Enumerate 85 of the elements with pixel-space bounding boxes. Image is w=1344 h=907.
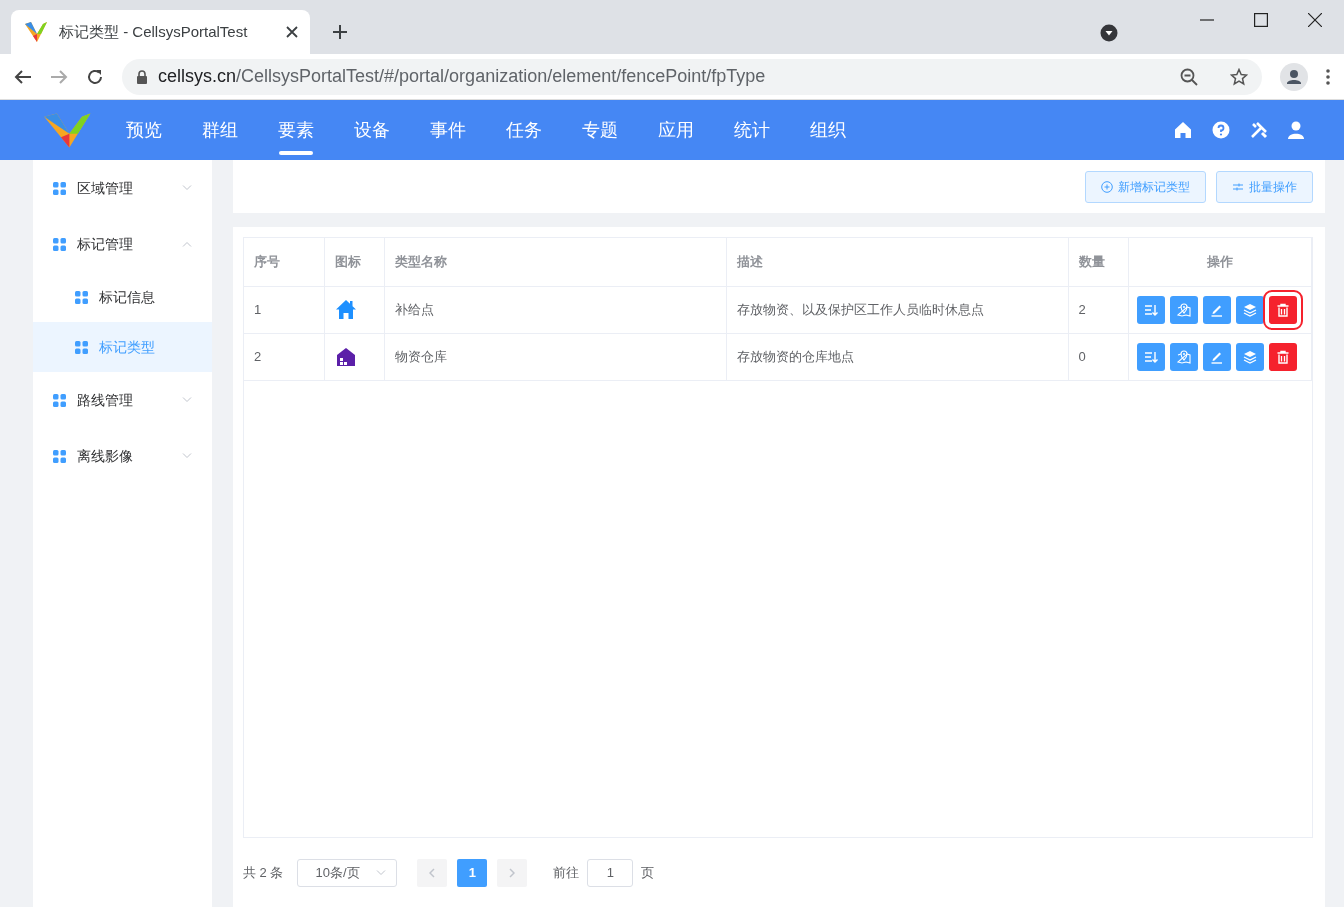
table-cell: 物资仓库 xyxy=(384,333,726,380)
toolbar-button[interactable]: 批量操作 xyxy=(1216,170,1313,203)
grid-icon xyxy=(75,290,88,304)
more-icon[interactable] xyxy=(1326,68,1330,85)
nav-tab[interactable]: 预览 xyxy=(106,100,182,160)
close-icon[interactable] xyxy=(286,26,298,38)
action-button[interactable] xyxy=(1235,295,1264,324)
toolbar-button[interactable]: 新增标记类型 xyxy=(1085,170,1206,203)
maximize-icon[interactable] xyxy=(1254,13,1268,27)
sidebar-item[interactable]: 离线影像 xyxy=(33,428,212,484)
delete-button[interactable] xyxy=(1268,342,1297,371)
grid-icon xyxy=(53,393,66,407)
profile-icon[interactable] xyxy=(1280,62,1308,91)
action-button[interactable] xyxy=(1169,295,1198,324)
action-button[interactable] xyxy=(1202,342,1231,371)
nav-tab[interactable]: 要素 xyxy=(258,100,334,160)
sidebar-item[interactable]: 标记类型 xyxy=(33,322,212,372)
url-text: cellsys.cn/CellsysPortalTest/#/portal/organization/element/fencePoint/fpType xyxy=(158,65,766,88)
table-cell: 0 xyxy=(1068,333,1128,380)
new-tab-icon[interactable] xyxy=(332,24,348,40)
chevron-down-icon xyxy=(182,397,192,403)
action-button[interactable] xyxy=(1235,342,1264,371)
chevron-down-icon xyxy=(182,185,192,191)
grid-icon xyxy=(53,449,66,463)
app-logo-icon xyxy=(23,20,49,44)
page-suffix: 页 xyxy=(641,863,655,882)
layers-icon xyxy=(1241,301,1258,318)
nav-tab[interactable]: 设备 xyxy=(334,100,410,160)
action-button[interactable] xyxy=(1169,342,1198,371)
chevron-left-icon xyxy=(429,867,436,878)
table-cell: 2 xyxy=(1068,286,1128,333)
column-header: 序号 xyxy=(244,238,324,286)
star-icon[interactable] xyxy=(1230,67,1248,86)
grid-icon xyxy=(53,237,66,251)
map-pin-icon xyxy=(1175,348,1192,365)
chevron-down-icon xyxy=(182,453,192,459)
tools-icon[interactable] xyxy=(1250,121,1268,139)
page-size-select[interactable]: 10条/页 xyxy=(297,858,398,887)
forward-arrow-icon[interactable] xyxy=(50,68,68,85)
address-bar[interactable]: cellsys.cn/CellsysPortalTest/#/portal/organization/element/fencePoint/fpType xyxy=(122,58,1262,95)
action-button[interactable] xyxy=(1136,342,1165,371)
grid-icon xyxy=(75,340,88,354)
map-pin-icon xyxy=(1175,301,1192,318)
table-cell: 补给点 xyxy=(384,286,726,333)
column-header: 类型名称 xyxy=(384,238,726,286)
action-button[interactable] xyxy=(1136,295,1165,324)
sidebar-item[interactable]: 区域管理 xyxy=(33,160,212,216)
dropdown-icon[interactable] xyxy=(1100,24,1118,42)
nav-tab[interactable]: 专题 xyxy=(562,100,638,160)
nav-tab[interactable]: 任务 xyxy=(486,100,562,160)
column-header: 操作 xyxy=(1128,238,1312,286)
plus-circle-icon xyxy=(1101,180,1113,193)
page-button[interactable]: 1 xyxy=(457,858,488,887)
sidebar-item[interactable]: 标记信息 xyxy=(33,272,212,322)
zoom-out-icon[interactable] xyxy=(1180,67,1198,86)
chevron-right-icon xyxy=(509,867,516,878)
total-count: 共 2 条 xyxy=(243,863,284,882)
column-header: 图标 xyxy=(324,238,384,286)
chevron-down-icon xyxy=(376,869,387,876)
grid-icon xyxy=(53,181,66,195)
table-cell: 存放物资、以及保护区工作人员临时休息点 xyxy=(726,286,1068,333)
close-icon[interactable] xyxy=(1308,13,1322,27)
nav-tab[interactable]: 事件 xyxy=(410,100,486,160)
column-header: 描述 xyxy=(726,238,1068,286)
home-icon[interactable] xyxy=(1174,121,1192,139)
user-icon[interactable] xyxy=(1288,121,1304,139)
table-cell: 2 xyxy=(244,333,324,380)
nav-tab[interactable]: 群组 xyxy=(182,100,258,160)
help-icon[interactable] xyxy=(1212,121,1230,139)
action-button[interactable] xyxy=(1202,295,1231,324)
nav-tab[interactable]: 统计 xyxy=(714,100,790,160)
reload-icon[interactable] xyxy=(86,67,104,86)
goto-label: 前往 xyxy=(553,863,580,882)
layers-icon xyxy=(1241,348,1258,365)
nav-tab[interactable]: 组织 xyxy=(790,100,866,160)
table-cell: 1 xyxy=(244,286,324,333)
nav-tab[interactable]: 应用 xyxy=(638,100,714,160)
column-header: 数量 xyxy=(1068,238,1128,286)
page-input[interactable]: 1 xyxy=(587,858,634,887)
chevron-up-icon xyxy=(182,241,192,247)
sidebar-item[interactable]: 标记管理 xyxy=(33,216,212,272)
back-arrow-icon[interactable] xyxy=(14,68,32,85)
sidebar-item[interactable]: 路线管理 xyxy=(33,372,212,428)
table-cell: 存放物资的仓库地点 xyxy=(726,333,1068,380)
lock-icon xyxy=(136,69,148,84)
